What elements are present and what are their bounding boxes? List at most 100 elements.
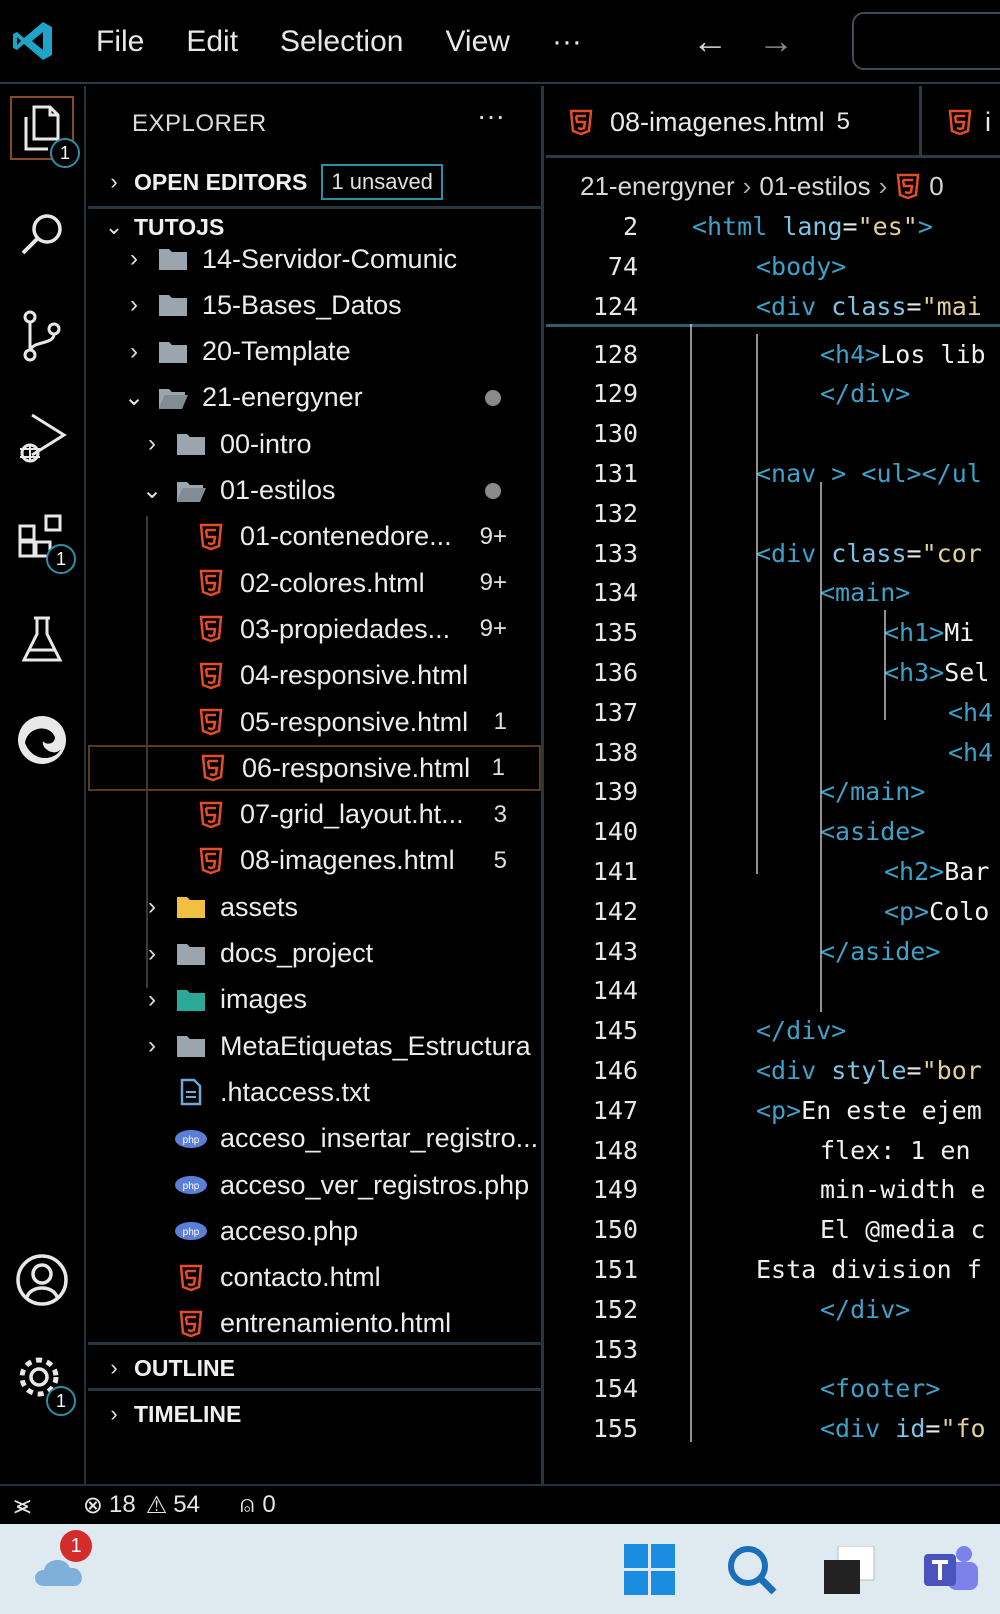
- explorer-more-icon[interactable]: ···: [477, 100, 505, 132]
- tree-file[interactable]: 01-contenedore... 9+: [88, 514, 541, 560]
- menu-item[interactable]: Edit: [186, 22, 238, 62]
- breadcrumb-item[interactable]: 01-estilos: [759, 171, 870, 202]
- back-arrow-icon[interactable]: ←: [692, 20, 728, 62]
- tree-folder[interactable]: › 15-Bases_Datos: [88, 282, 541, 328]
- error-count[interactable]: 18: [109, 1491, 136, 1519]
- code-line[interactable]: 139 </main>: [546, 772, 1000, 812]
- tree-folder[interactable]: › 20-Template: [88, 329, 541, 375]
- tree-file[interactable]: contacto.html: [88, 1255, 541, 1301]
- code-line[interactable]: 151 Esta division f: [546, 1249, 1000, 1289]
- error-icon[interactable]: ⊗: [83, 1491, 103, 1520]
- account-icon[interactable]: [10, 1248, 74, 1312]
- menu-item[interactable]: Selection: [280, 22, 403, 62]
- open-editors-section[interactable]: › OPEN EDITORS 1 unsaved: [88, 160, 541, 204]
- code-line[interactable]: 153: [546, 1329, 1000, 1369]
- code-line[interactable]: 155 <div id="fo: [546, 1409, 1000, 1449]
- menu-item[interactable]: File: [96, 22, 144, 62]
- code-line[interactable]: 146 <div style="bor: [546, 1050, 1000, 1090]
- tree-file[interactable]: 04-responsive.html: [88, 653, 541, 699]
- tree-folder[interactable]: ⌄ 01-estilos: [88, 468, 541, 514]
- code-line[interactable]: 147 <p>En este ejem: [546, 1090, 1000, 1130]
- tree-folder[interactable]: ⌄ 21-energyner: [88, 375, 541, 421]
- tree-file[interactable]: php acceso_ver_registros.php: [88, 1162, 541, 1208]
- code-line[interactable]: 145 </div>: [546, 1011, 1000, 1051]
- warning-count[interactable]: 54: [173, 1491, 200, 1519]
- tree-file[interactable]: 02-colores.html 9+: [88, 560, 541, 606]
- ports-icon[interactable]: ⍝: [240, 1491, 254, 1519]
- breadcrumb-item[interactable]: 21-energyner: [580, 171, 735, 202]
- tree-file[interactable]: entrenamiento.html: [88, 1301, 541, 1347]
- code-line[interactable]: 131 <nav > <ul></ul: [546, 453, 1000, 493]
- forward-arrow-icon[interactable]: →: [758, 20, 794, 62]
- tree-folder[interactable]: › 14-Servidor-Comunic: [88, 236, 541, 282]
- tree-file[interactable]: 07-grid_layout.ht... 3: [88, 792, 541, 838]
- tab-next[interactable]: i: [925, 86, 1000, 158]
- menu-item[interactable]: ···: [552, 22, 582, 62]
- outline-section[interactable]: › OUTLINE: [88, 1346, 541, 1390]
- tree-file[interactable]: 06-responsive.html 1: [88, 745, 541, 792]
- code-line[interactable]: 143 </aside>: [546, 931, 1000, 971]
- tree-folder[interactable]: › assets: [88, 884, 541, 930]
- code-line[interactable]: 124 <div class="mai: [546, 286, 1000, 326]
- tree-item-label: 02-colores.html: [240, 567, 425, 598]
- warning-icon[interactable]: ⚠: [146, 1491, 168, 1520]
- tab-08-imagenes[interactable]: 08-imagenes.html 5: [546, 86, 922, 158]
- tree-file[interactable]: 05-responsive.html 1: [88, 699, 541, 745]
- testing-flask-icon[interactable]: [10, 608, 74, 672]
- menu-item[interactable]: View: [445, 22, 509, 62]
- code-line[interactable]: 2 <html lang="es">: [546, 206, 1000, 246]
- code-line[interactable]: 148 flex: 1 en: [546, 1130, 1000, 1170]
- code-line[interactable]: 149 min-width e: [546, 1170, 1000, 1210]
- code-line[interactable]: 134 <main>: [546, 573, 1000, 613]
- tree-folder[interactable]: › 00-intro: [88, 421, 541, 467]
- code-line[interactable]: 142 <p>Colo: [546, 891, 1000, 931]
- code-line[interactable]: 130: [546, 414, 1000, 454]
- remote-icon[interactable]: ⪤: [14, 1489, 31, 1521]
- task-view-icon[interactable]: [824, 1545, 876, 1601]
- code-text: <div class="cor: [756, 538, 982, 568]
- settings-gear-icon[interactable]: 1: [10, 1348, 76, 1416]
- breadcrumb-item[interactable]: 0: [929, 171, 943, 202]
- code-line[interactable]: 136 <h3>Sel: [546, 652, 1000, 692]
- code-line[interactable]: 132: [546, 493, 1000, 533]
- windows-start-icon[interactable]: [624, 1544, 676, 1601]
- run-debug-icon[interactable]: [10, 406, 74, 470]
- source-control-icon[interactable]: [10, 304, 74, 368]
- code-line[interactable]: 133 <div class="cor: [546, 533, 1000, 573]
- html5-icon: [896, 173, 920, 199]
- weather-cloud-icon[interactable]: 1: [30, 1530, 92, 1597]
- tree-file[interactable]: 08-imagenes.html 5: [88, 838, 541, 884]
- search-icon[interactable]: [10, 202, 74, 266]
- code-line[interactable]: 137 <h4: [546, 692, 1000, 732]
- code-line[interactable]: 152 </div>: [546, 1289, 1000, 1329]
- code-line[interactable]: 144: [546, 971, 1000, 1011]
- code-text: <aside>: [820, 817, 926, 847]
- code-line[interactable]: 74 <body>: [546, 246, 1000, 286]
- edge-browser-icon[interactable]: [10, 708, 74, 772]
- sticky-scroll-divider: [546, 324, 1000, 327]
- line-number: 154: [592, 1374, 638, 1404]
- ports-count[interactable]: 0: [262, 1491, 275, 1519]
- code-line[interactable]: 141 <h2>Bar: [546, 851, 1000, 891]
- timeline-section[interactable]: › TIMELINE: [88, 1392, 541, 1436]
- code-line[interactable]: 128 <h4>Los lib: [546, 334, 1000, 374]
- tree-folder[interactable]: › images: [88, 977, 541, 1023]
- code-line[interactable]: 150 El @media c: [546, 1210, 1000, 1250]
- explorer-icon[interactable]: 1: [10, 96, 80, 168]
- tree-file[interactable]: 03-propiedades... 9+: [88, 606, 541, 652]
- code-line[interactable]: 140 <aside>: [546, 812, 1000, 852]
- search-taskbar-icon[interactable]: [724, 1542, 780, 1603]
- vscode-logo-icon[interactable]: [10, 18, 56, 64]
- command-center-search[interactable]: [852, 12, 1000, 70]
- tree-file[interactable]: .htaccess.txt: [88, 1069, 541, 1115]
- tree-file[interactable]: php acceso_insertar_registro...: [88, 1116, 541, 1162]
- teams-icon[interactable]: [920, 1542, 980, 1603]
- code-line[interactable]: 135 <h1>Mi: [546, 613, 1000, 653]
- code-line[interactable]: 129 </div>: [546, 374, 1000, 414]
- tree-folder[interactable]: › docs_project: [88, 931, 541, 977]
- tree-folder[interactable]: › MetaEtiquetas_Estructura: [88, 1023, 541, 1069]
- extensions-icon[interactable]: 1: [10, 506, 76, 574]
- code-line[interactable]: 138 <h4: [546, 732, 1000, 772]
- code-line[interactable]: 154 <footer>: [546, 1369, 1000, 1409]
- tree-file[interactable]: php acceso.php: [88, 1208, 541, 1254]
